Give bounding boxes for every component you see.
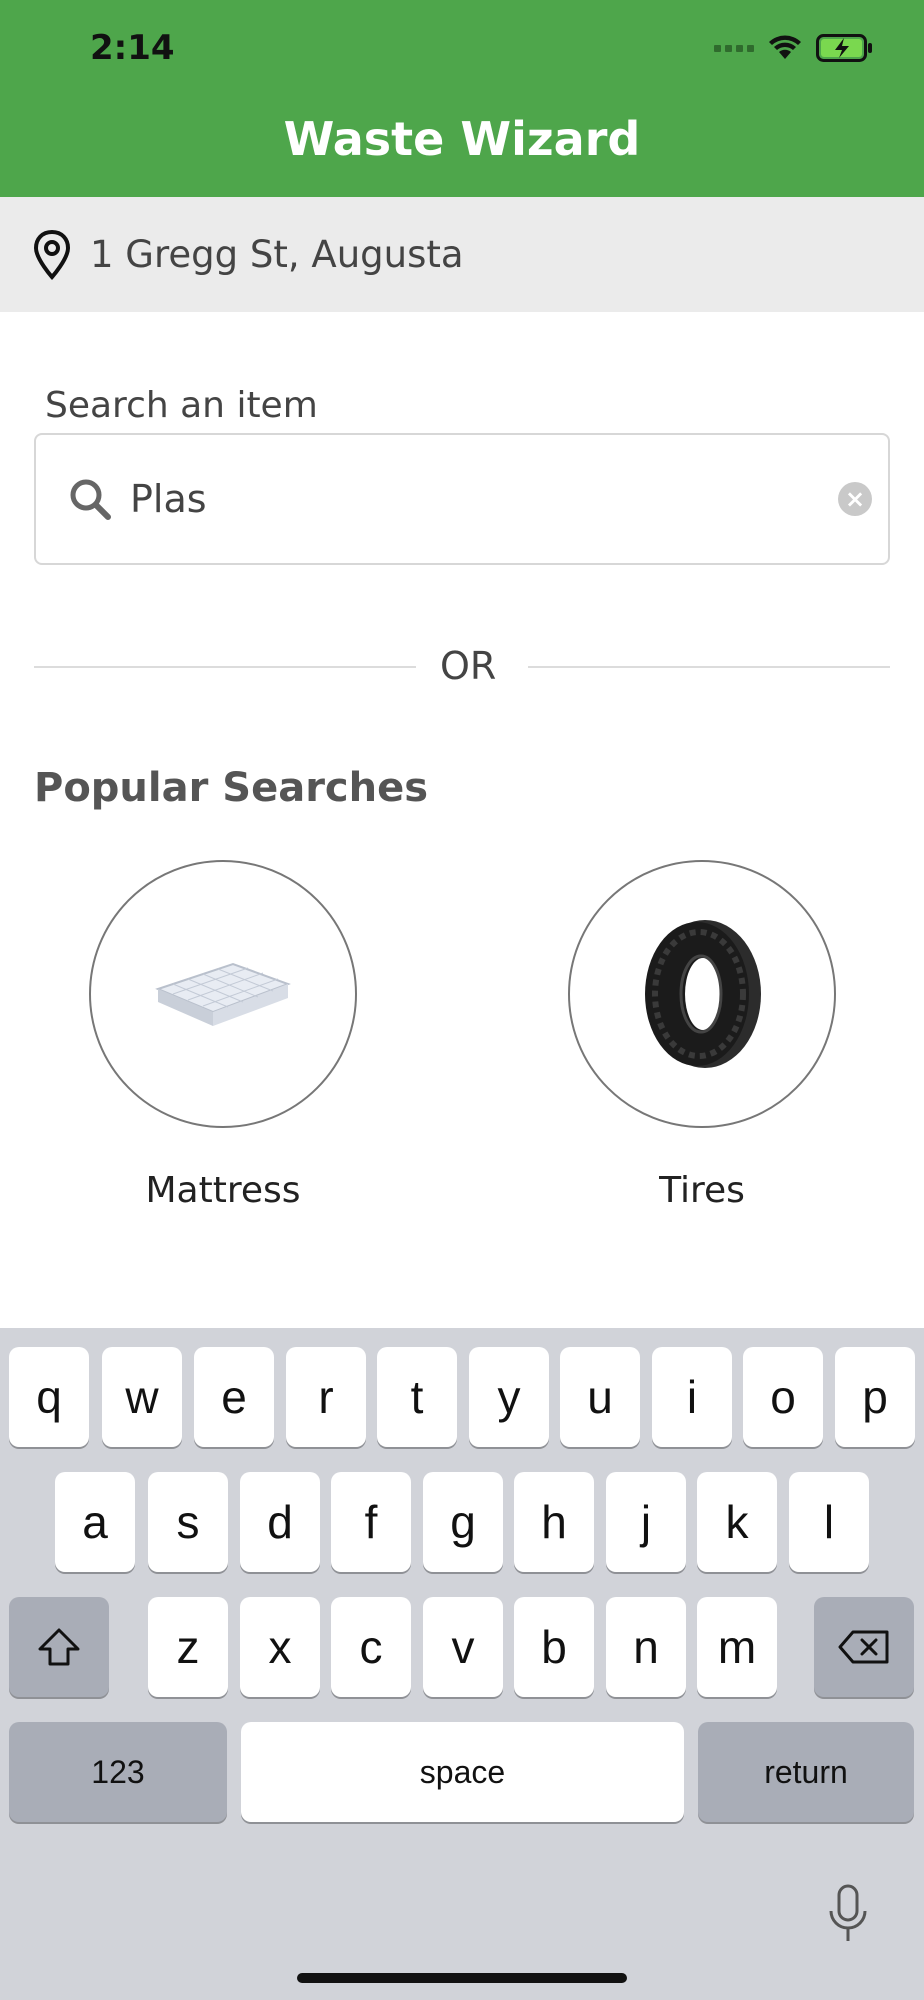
key-x[interactable]: x bbox=[240, 1597, 320, 1697]
clear-icon[interactable]: × bbox=[838, 482, 872, 516]
key-s[interactable]: s bbox=[148, 1472, 228, 1572]
search-label: Search an item bbox=[45, 385, 318, 426]
key-j[interactable]: j bbox=[606, 1472, 686, 1572]
key-l[interactable]: l bbox=[789, 1472, 869, 1572]
signal-icon bbox=[714, 44, 754, 52]
battery-icon bbox=[816, 34, 872, 62]
popular-item-tires[interactable]: Tires bbox=[567, 860, 837, 1211]
key-d[interactable]: d bbox=[240, 1472, 320, 1572]
return-key[interactable]: return bbox=[698, 1722, 914, 1822]
tire-icon bbox=[645, 920, 761, 1068]
key-p[interactable]: p bbox=[835, 1347, 915, 1447]
key-u[interactable]: u bbox=[560, 1347, 640, 1447]
popular-item-mattress[interactable]: Mattress bbox=[88, 860, 358, 1211]
search-input[interactable]: Plas × bbox=[34, 433, 890, 565]
numbers-key[interactable]: 123 bbox=[9, 1722, 227, 1822]
key-b[interactable]: b bbox=[514, 1597, 594, 1697]
divider-right bbox=[528, 666, 890, 668]
key-r[interactable]: r bbox=[286, 1347, 366, 1447]
key-f[interactable]: f bbox=[331, 1472, 411, 1572]
backspace-icon bbox=[838, 1630, 889, 1664]
wifi-icon bbox=[769, 35, 801, 59]
key-k[interactable]: k bbox=[697, 1472, 777, 1572]
tires-label: Tires bbox=[659, 1170, 745, 1211]
mattress-image[interactable] bbox=[89, 860, 357, 1128]
key-v[interactable]: v bbox=[423, 1597, 503, 1697]
key-y[interactable]: y bbox=[469, 1347, 549, 1447]
key-h[interactable]: h bbox=[514, 1472, 594, 1572]
mattress-icon bbox=[155, 962, 291, 1026]
app-header: 2:14 Waste Wizard bbox=[0, 0, 924, 197]
search-icon bbox=[70, 479, 111, 520]
key-i[interactable]: i bbox=[652, 1347, 732, 1447]
key-w[interactable]: w bbox=[102, 1347, 182, 1447]
home-indicator bbox=[297, 1973, 627, 1983]
or-divider-text: OR bbox=[440, 644, 497, 688]
key-a[interactable]: a bbox=[55, 1472, 135, 1572]
status-time: 2:14 bbox=[90, 28, 175, 68]
app-title: Waste Wizard bbox=[283, 112, 641, 166]
key-m[interactable]: m bbox=[697, 1597, 777, 1697]
popular-searches-title: Popular Searches bbox=[34, 765, 429, 811]
location-address: 1 Gregg St, Augusta bbox=[90, 233, 464, 276]
location-bar[interactable]: 1 Gregg St, Augusta bbox=[0, 197, 924, 312]
shift-key[interactable] bbox=[9, 1597, 109, 1697]
key-q[interactable]: q bbox=[9, 1347, 89, 1447]
key-z[interactable]: z bbox=[148, 1597, 228, 1697]
mattress-label: Mattress bbox=[145, 1170, 301, 1211]
key-e[interactable]: e bbox=[194, 1347, 274, 1447]
key-n[interactable]: n bbox=[606, 1597, 686, 1697]
key-o[interactable]: o bbox=[743, 1347, 823, 1447]
backspace-key[interactable] bbox=[814, 1597, 914, 1697]
status-icons bbox=[714, 34, 874, 62]
tires-image[interactable] bbox=[568, 860, 836, 1128]
search-value[interactable]: Plas bbox=[130, 477, 838, 521]
space-key[interactable]: space bbox=[241, 1722, 684, 1822]
divider-left bbox=[34, 666, 416, 668]
keyboard: q w e r t y u i o p a s d f g h j k l z … bbox=[0, 1328, 924, 2000]
key-c[interactable]: c bbox=[331, 1597, 411, 1697]
key-t[interactable]: t bbox=[377, 1347, 457, 1447]
microphone-icon[interactable] bbox=[826, 1883, 870, 1945]
shift-icon bbox=[38, 1628, 80, 1666]
key-g[interactable]: g bbox=[423, 1472, 503, 1572]
location-pin-icon bbox=[33, 229, 71, 280]
